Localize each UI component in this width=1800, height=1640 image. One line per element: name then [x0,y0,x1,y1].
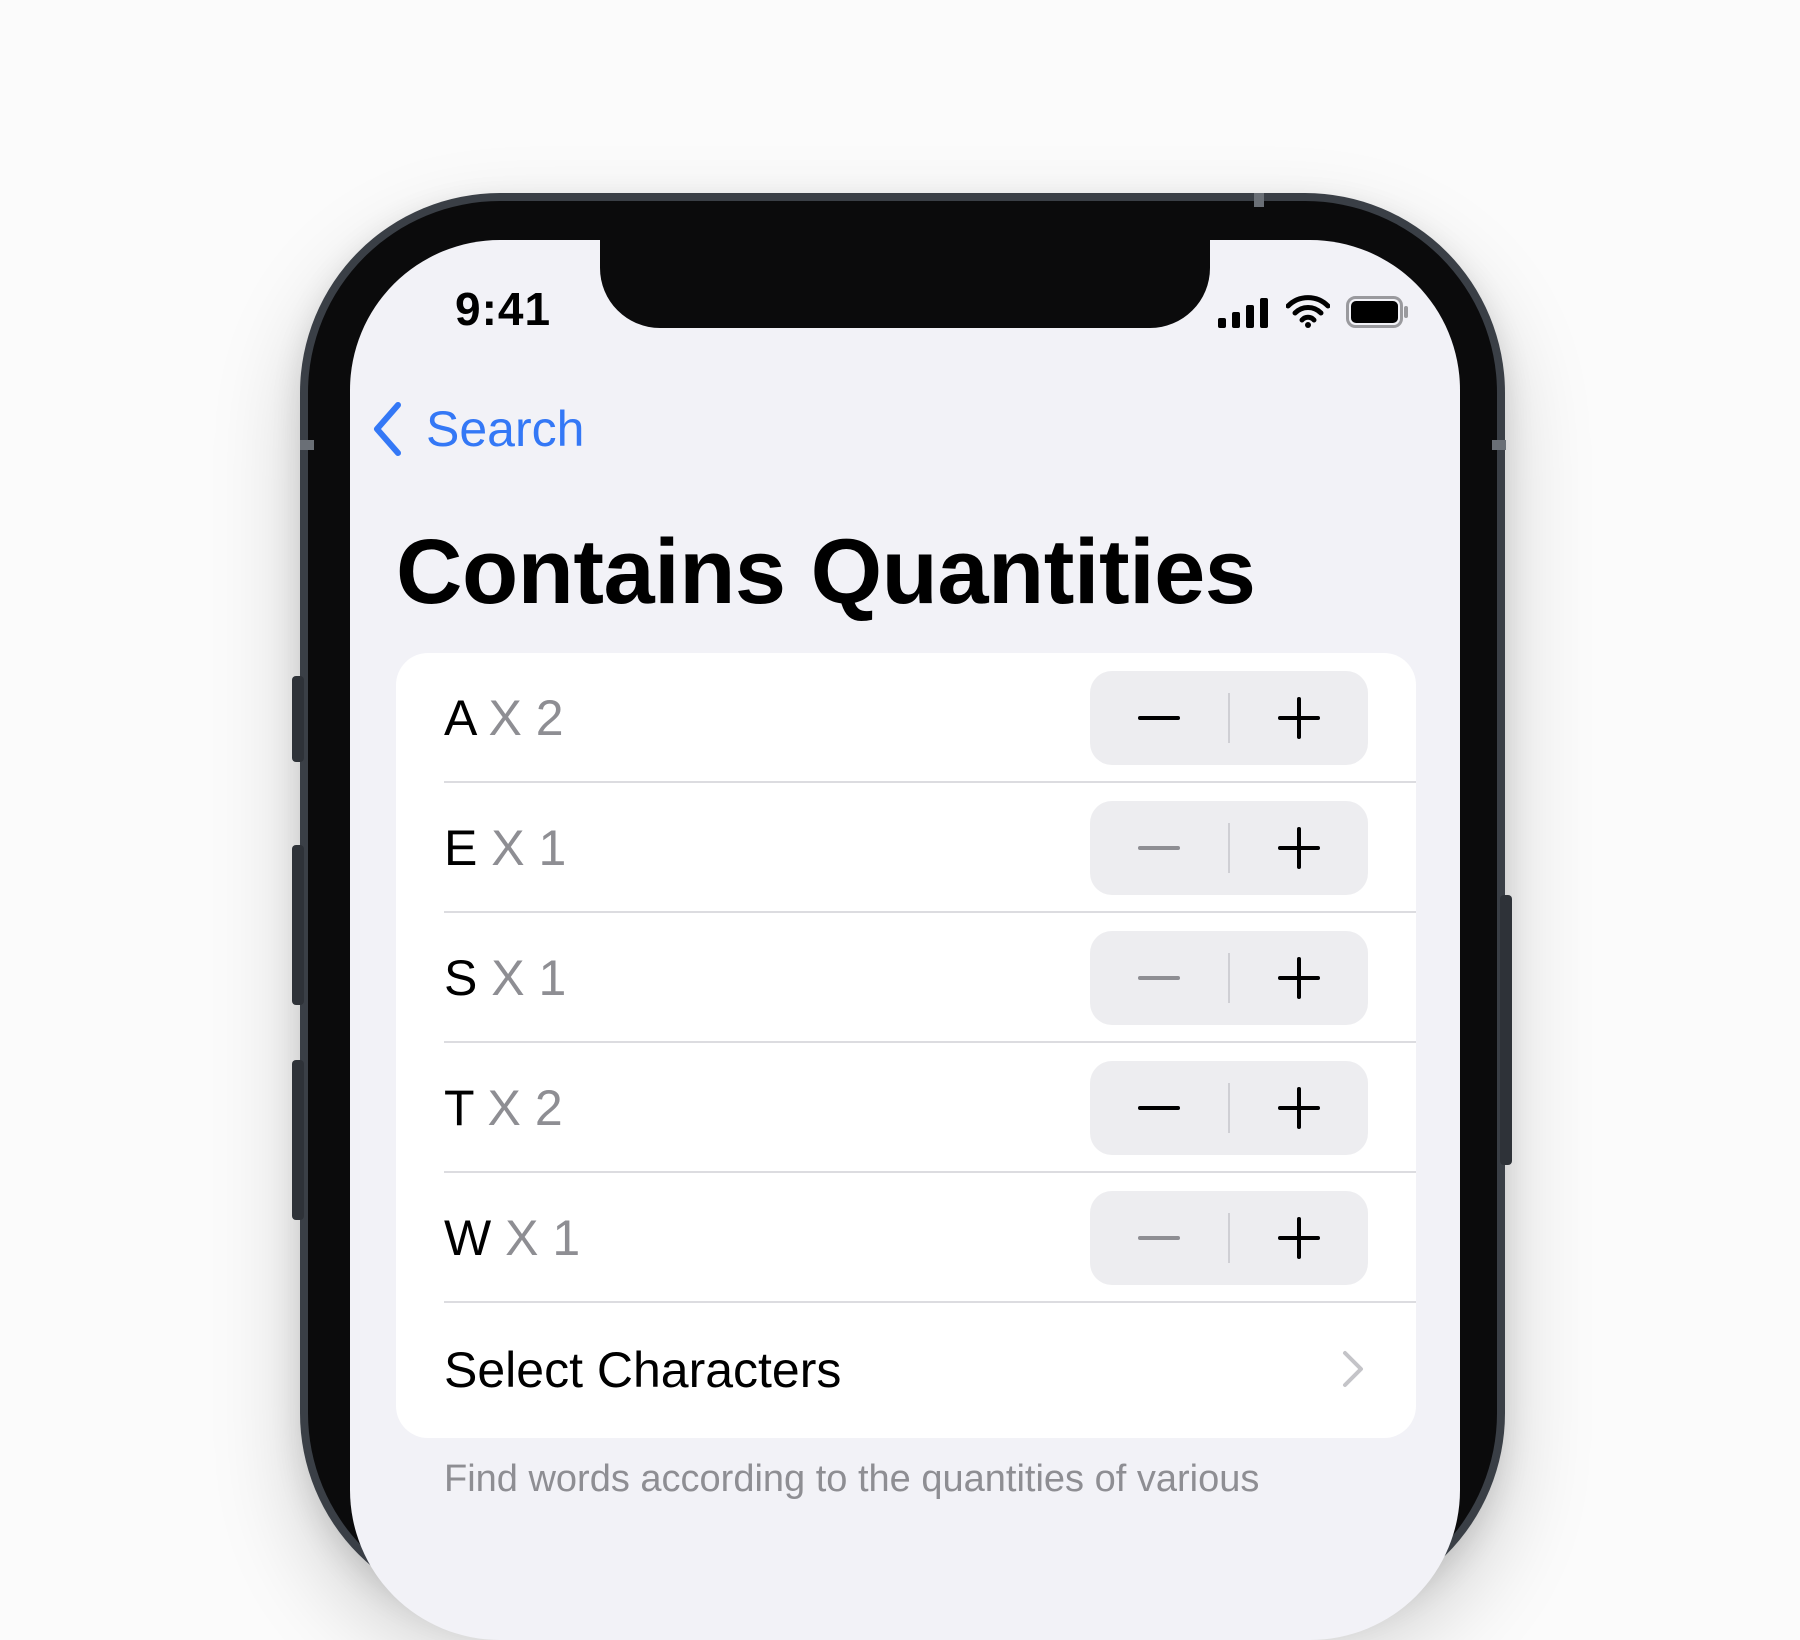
quantity-stepper [1090,801,1368,895]
plus-icon-stem [1297,697,1301,739]
quantity-label: A X 2 [444,689,564,747]
quantity-count: 2 [535,690,564,746]
quantity-row: S X 1 [396,913,1416,1043]
letter: S [444,950,478,1006]
multiplier-sign: X [488,690,522,746]
decrement-button[interactable] [1090,801,1228,895]
quantity-row: E X 1 [396,783,1416,913]
quantity-count: 2 [534,1080,563,1136]
quantity-row: W X 1 [396,1173,1416,1303]
volume-down-button [292,1060,304,1220]
plus-icon-stem [1297,1087,1301,1129]
back-button-label: Search [426,401,585,457]
quantity-count: 1 [538,820,567,876]
phone-screen: 9:41 Search Contains Quantities A X 2 E X… [350,240,1460,1640]
decrement-button[interactable] [1090,671,1228,765]
quantity-label: E X 1 [444,819,566,877]
power-button [1500,895,1512,1165]
letter: A [444,690,475,746]
select-characters-row[interactable]: Select Characters [396,1303,1416,1438]
multiplier-sign: X [491,950,525,1006]
volume-up-button [292,845,304,1005]
minus-icon [1138,1236,1180,1240]
plus-icon-stem [1297,1217,1301,1259]
increment-button[interactable] [1230,801,1368,895]
minus-icon [1138,976,1180,980]
minus-icon [1138,846,1180,850]
select-characters-label: Select Characters [444,1342,842,1398]
notch [600,240,1210,328]
quantity-stepper [1090,671,1368,765]
multiplier-sign: X [491,820,525,876]
plus-icon-stem [1297,827,1301,869]
quantity-label: T X 2 [444,1079,563,1137]
quantity-stepper [1090,1191,1368,1285]
quantities-list: A X 2E X 1S X 1T X 2W X 1 Select Charact… [396,653,1416,1438]
quantity-stepper [1090,931,1368,1025]
quantity-label: W X 1 [444,1209,580,1267]
antenna-band [1254,193,1264,207]
minus-icon [1138,1106,1180,1110]
status-time: 9:41 [455,283,552,335]
increment-button[interactable] [1230,1061,1368,1155]
quantity-label: S X 1 [444,949,566,1007]
page-title: Contains Quantities [396,521,1256,623]
mute-switch [292,676,304,762]
minus-icon [1138,716,1180,720]
quantity-row: A X 2 [396,653,1416,783]
antenna-band [300,440,314,450]
battery-icon [1346,296,1408,328]
quantity-count: 1 [538,950,567,1006]
quantity-row: T X 2 [396,1043,1416,1173]
back-button[interactable]: Search [372,400,584,458]
letter: T [444,1080,474,1136]
plus-icon-stem [1297,957,1301,999]
letter: E [444,820,478,876]
multiplier-sign: X [487,1080,521,1136]
wifi-icon [1286,295,1330,328]
quantity-stepper [1090,1061,1368,1155]
decrement-button[interactable] [1090,931,1228,1025]
chevron-left-icon [374,402,401,456]
cellular-signal-icon [1218,298,1268,328]
increment-button[interactable] [1230,1191,1368,1285]
increment-button[interactable] [1230,671,1368,765]
status-icons [1218,288,1410,328]
decrement-button[interactable] [1090,1191,1228,1285]
decrement-button[interactable] [1090,1061,1228,1155]
quantity-count: 1 [552,1210,581,1266]
footer-description: Find words according to the quantities o… [444,1458,1260,1500]
multiplier-sign: X [505,1210,539,1266]
antenna-band [1492,440,1506,450]
letter: W [444,1210,492,1266]
increment-button[interactable] [1230,931,1368,1025]
chevron-right-icon [1343,1351,1363,1387]
